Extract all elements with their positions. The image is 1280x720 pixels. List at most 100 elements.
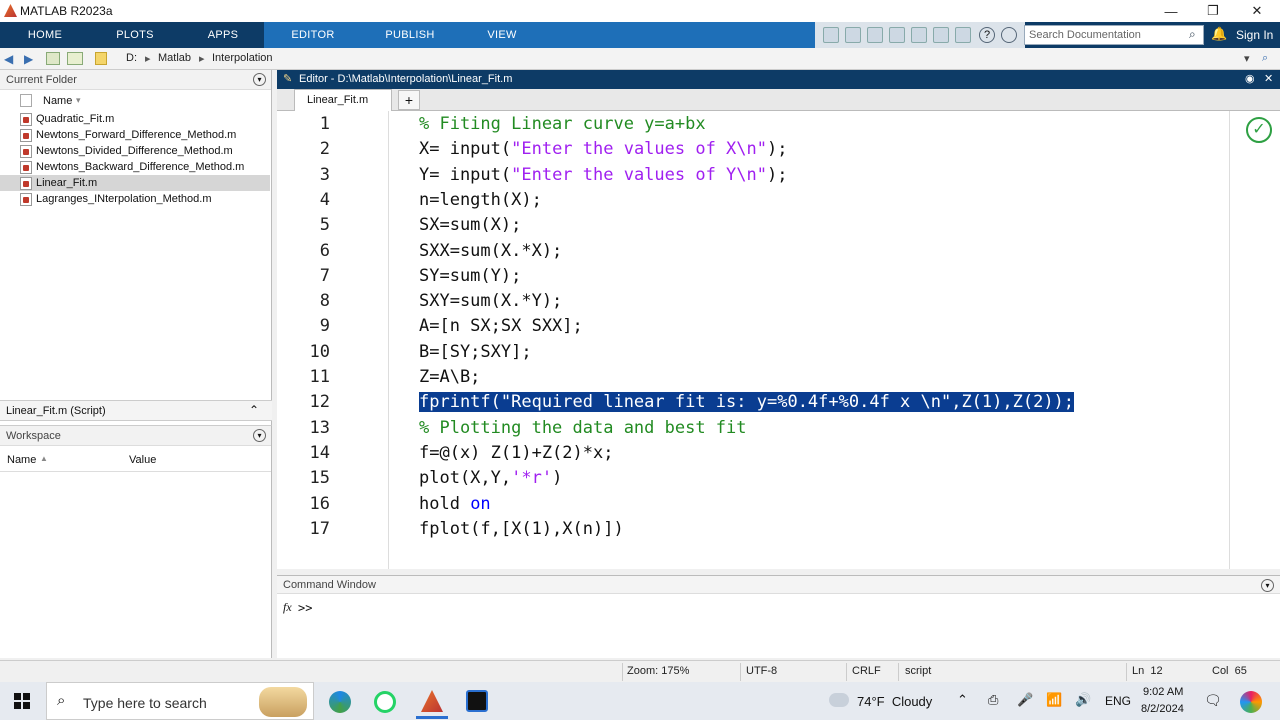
notifications-icon[interactable]: 🗨 [1204,692,1222,709]
file-row[interactable]: Lagranges_INterpolation_Method.m [0,191,270,207]
name-column-header[interactable]: Name [43,95,72,107]
pencil-icon: ✎ [283,73,293,85]
taskbar-search-box[interactable]: ⌕ Type here to search [46,682,314,720]
search-folder-icon[interactable]: ⌕ [1262,52,1268,65]
code-line[interactable]: SY=sum(Y); [419,266,521,286]
search-icon[interactable]: ⌕ [1189,27,1196,42]
code-line[interactable]: SXY=sum(X.*Y); [419,291,562,311]
code-line[interactable]: Y= input("Enter the values of Y\n"); [419,165,787,185]
file-row[interactable]: Newtons_Backward_Difference_Method.m [0,159,270,175]
windows-start-icon[interactable] [14,693,30,709]
editor-tab-linear-fit[interactable]: Linear_Fit.m [294,89,392,111]
line-number: 10 [309,341,330,362]
wifi-icon[interactable]: 📶 [1046,692,1062,708]
restore-button[interactable]: ❐ [1190,0,1236,22]
tab-apps[interactable]: APPS [178,22,268,48]
cut-icon[interactable] [845,27,861,43]
whatsapp-icon[interactable] [374,691,396,713]
code-line[interactable]: fprintf("Required linear fit is: y=%0.4f… [419,392,1075,413]
code-line[interactable]: Z=A\B; [419,367,480,387]
add-tab-button[interactable]: + [398,90,420,110]
code-line[interactable]: SXX=sum(X.*X); [419,241,562,261]
switch-windows-icon[interactable] [955,27,971,43]
copy-icon[interactable] [867,27,883,43]
command-window[interactable]: Command Window ▾ fx >> [277,575,1280,658]
matlab-taskbar-icon[interactable] [421,690,443,712]
code-line[interactable]: f=@(x) Z(1)+Z(2)*x; [419,443,613,463]
workspace-value-header[interactable]: Value [129,454,156,466]
redo-icon[interactable] [933,27,949,43]
chevron-up-icon[interactable]: ⌃ [249,403,259,417]
speaker-icon[interactable]: 🔊 [1075,692,1091,708]
notification-bell-icon[interactable]: 🔔 [1211,26,1227,42]
file-row[interactable]: Quadratic_Fit.m [0,111,270,127]
chevron-up-icon[interactable]: ⌃ [957,692,968,708]
command-window-menu-icon[interactable]: ▾ [1261,579,1274,592]
code-line[interactable]: plot(X,Y,'*r') [419,468,562,488]
m-file-icon [20,160,32,174]
tab-home[interactable]: HOME [0,22,90,48]
code-line[interactable]: X= input("Enter the values of X\n"); [419,139,787,159]
title-bar: MATLAB R2023a — ❐ ✕ [0,0,1280,22]
editor-tab-label: Linear_Fit.m [307,94,369,106]
weather-text[interactable]: 74°F Cloudy [857,694,932,709]
editor-menu-icon[interactable]: ◉ [1245,72,1255,85]
file-row[interactable]: Newtons_Forward_Difference_Method.m [0,127,270,143]
fx-icon[interactable]: fx [283,600,292,615]
browse-folder-icon[interactable] [67,52,83,65]
minimize-button[interactable]: — [1148,0,1194,22]
code-analyzer-ok-icon[interactable]: ✓ [1246,117,1272,143]
m-file-icon [20,112,32,126]
breadcrumb-interpolation[interactable]: Interpolation [212,52,273,64]
editor-header: ✎ Editor - D:\Matlab\Interpolation\Linea… [277,70,1280,89]
code-line[interactable]: % Plotting the data and best fit [419,418,747,438]
code-line[interactable]: hold on [419,494,491,514]
breadcrumb-drive[interactable]: D: [126,52,137,64]
code-line[interactable]: A=[n SX;SX SXX]; [419,316,583,336]
undo-icon[interactable] [911,27,927,43]
edge-browser-icon[interactable] [329,691,351,713]
line-number: 15 [309,468,330,489]
details-bar[interactable]: Linear_Fit.m (Script) ⌃ [0,400,272,421]
settings-icon[interactable] [1001,27,1017,43]
chevron-right-icon: ▸ [199,53,205,65]
code-line[interactable]: n=length(X); [419,190,542,210]
microphone-icon[interactable]: 🎤 [1017,692,1033,708]
sign-in-link[interactable]: Sign In [1236,28,1273,42]
workspace-name-header[interactable]: Name [7,454,36,466]
panel-menu-icon[interactable]: ▾ [253,73,266,86]
network-device-icon[interactable]: ⎙ [988,692,998,708]
code-line[interactable]: % Fiting Linear curve y=a+bx [419,114,706,134]
tab-publish[interactable]: PUBLISH [362,22,458,48]
tab-view[interactable]: VIEW [458,22,546,48]
search-documentation-input[interactable]: Search Documentation [1024,25,1204,45]
up-folder-icon[interactable] [46,52,60,65]
help-icon[interactable]: ? [979,27,995,43]
code-line[interactable]: fplot(f,[X(1),X(n)]) [419,519,624,539]
language-indicator[interactable]: ENG [1105,694,1131,708]
clock-date[interactable]: 8/2/2024 [1141,703,1184,715]
copilot-icon[interactable] [1240,691,1262,713]
code-line[interactable]: SX=sum(X); [419,215,521,235]
file-type-column-icon [20,94,32,107]
save-icon[interactable] [823,27,839,43]
status-separator [846,663,847,681]
workspace-menu-icon[interactable]: ▾ [253,429,266,442]
screen-recorder-icon[interactable] [466,690,488,712]
back-arrow-icon[interactable]: ◀ [4,52,13,66]
clock-time[interactable]: 9:02 AM [1143,686,1183,698]
paste-icon[interactable] [889,27,905,43]
breadcrumb-matlab[interactable]: Matlab [158,52,191,64]
code-line[interactable]: B=[SY;SXY]; [419,342,532,362]
line-number: 5 [319,215,330,236]
forward-arrow-icon[interactable]: ▶ [24,52,33,66]
editor-close-icon[interactable]: ✕ [1264,72,1273,85]
file-row[interactable]: Newtons_Divided_Difference_Method.m [0,143,270,159]
close-button[interactable]: ✕ [1234,0,1280,22]
tab-editor[interactable]: EDITOR [264,22,362,48]
file-row[interactable]: Linear_Fit.m [0,175,270,191]
tab-plots[interactable]: PLOTS [90,22,180,48]
workspace-panel: Workspace ▾ Name ▲ Value [0,425,272,658]
taskbar: ⌕ Type here to search 74°F Cloudy ⌃ ⎙ 🎤 … [0,682,1280,720]
chevron-down-icon[interactable]: ▾ [1244,52,1250,65]
